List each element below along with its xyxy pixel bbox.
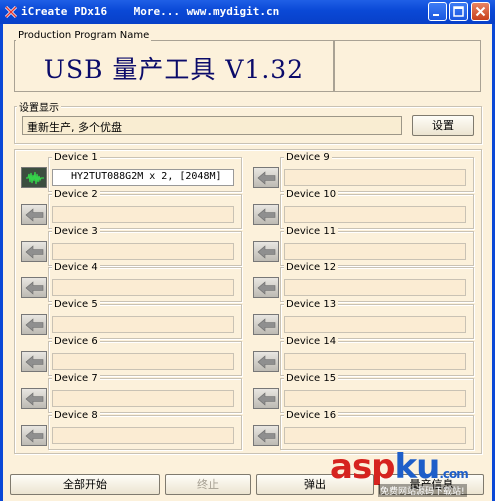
device-label: Device 15	[284, 373, 339, 384]
arrow-left-icon	[25, 245, 44, 259]
device-info-field: HY2TUT088G2M x 2, [2048M]	[52, 169, 234, 186]
right-panel	[334, 40, 481, 92]
device-info-field	[284, 353, 466, 370]
arrow-left-icon	[257, 429, 276, 443]
device-label: Device 2	[52, 189, 100, 200]
device-info-field	[52, 279, 234, 296]
close-icon	[475, 6, 486, 17]
device-arrow-icon[interactable]	[253, 241, 279, 262]
device-info-field	[284, 427, 466, 444]
maximize-button[interactable]	[449, 2, 468, 21]
device-arrow-icon[interactable]	[21, 351, 47, 372]
arrow-left-icon	[257, 318, 276, 332]
arrow-left-icon	[25, 429, 44, 443]
device-arrow-icon[interactable]	[253, 351, 279, 372]
arrow-left-icon	[257, 355, 276, 369]
device-arrow-icon[interactable]	[21, 241, 47, 262]
maximize-icon	[453, 6, 464, 17]
device-arrow-icon[interactable]	[253, 314, 279, 335]
device-info-field	[52, 353, 234, 370]
app-title: USB 量产工具 V1.32	[43, 55, 305, 84]
device-label: Device 12	[284, 262, 339, 273]
stop-button[interactable]: 终止	[165, 474, 251, 495]
arrow-left-icon	[257, 208, 276, 222]
minimize-icon	[433, 14, 439, 16]
device-info-field	[284, 316, 466, 333]
settings-display-field: 重新生产, 多个优盘	[22, 116, 402, 135]
device-arrow-icon[interactable]	[253, 167, 279, 188]
device-info-field	[52, 390, 234, 407]
device-label: Device 9	[284, 152, 332, 163]
device-label: Device 3	[52, 226, 100, 237]
device-info-field	[284, 279, 466, 296]
device-label: Device 13	[284, 299, 339, 310]
device-label: Device 4	[52, 262, 100, 273]
device-label: Device 14	[284, 336, 339, 347]
device-label: Device 8	[52, 410, 100, 421]
settings-group-label: 设置显示	[17, 99, 61, 114]
watermark-subtitle: 免费网站源码下载站!	[378, 484, 467, 497]
arrow-left-icon	[257, 392, 276, 406]
device-label: Device 5	[52, 299, 100, 310]
device-label: Device 10	[284, 189, 339, 200]
waveform-icon	[26, 171, 44, 185]
window-title: iCreate PDx16 More... www.mydigit.cn	[21, 5, 280, 18]
device-info-field	[52, 427, 234, 444]
close-button[interactable]	[471, 2, 490, 21]
device-info-field	[284, 243, 466, 260]
device-label: Device 1	[52, 152, 100, 163]
device-arrow-icon[interactable]	[21, 277, 47, 298]
production-group-label: Production Program Name	[16, 30, 152, 41]
device-info-field	[284, 206, 466, 223]
device-info-field	[52, 316, 234, 333]
device-info-field	[52, 243, 234, 260]
device-label: Device 11	[284, 226, 339, 237]
production-panel: USB 量产工具 V1.32	[14, 40, 334, 92]
start-all-button[interactable]: 全部开始	[10, 474, 160, 495]
title-bar[interactable]: iCreate PDx16 More... www.mydigit.cn	[0, 0, 495, 24]
settings-button[interactable]: 设置	[412, 115, 474, 136]
device-arrow-icon[interactable]	[253, 277, 279, 298]
device-activity-icon[interactable]	[21, 167, 47, 188]
arrow-left-icon	[257, 281, 276, 295]
device-arrow-icon[interactable]	[21, 314, 47, 335]
device-label: Device 16	[284, 410, 339, 421]
app-icon	[4, 5, 18, 19]
watermark-logo: aspku.com	[330, 447, 469, 487]
arrow-left-icon	[25, 355, 44, 369]
device-arrow-icon[interactable]	[253, 425, 279, 446]
device-label: Device 6	[52, 336, 100, 347]
arrow-left-icon	[257, 245, 276, 259]
device-info-field	[284, 169, 466, 186]
arrow-left-icon	[25, 281, 44, 295]
device-arrow-icon[interactable]	[253, 204, 279, 225]
arrow-left-icon	[25, 208, 44, 222]
device-arrow-icon[interactable]	[21, 204, 47, 225]
device-info-field	[284, 390, 466, 407]
minimize-button[interactable]	[428, 2, 447, 21]
arrow-left-icon	[257, 171, 276, 185]
arrow-left-icon	[25, 318, 44, 332]
device-arrow-icon[interactable]	[21, 388, 47, 409]
device-label: Device 7	[52, 373, 100, 384]
device-info-field	[52, 206, 234, 223]
device-arrow-icon[interactable]	[253, 388, 279, 409]
arrow-left-icon	[25, 392, 44, 406]
device-arrow-icon[interactable]	[21, 425, 47, 446]
